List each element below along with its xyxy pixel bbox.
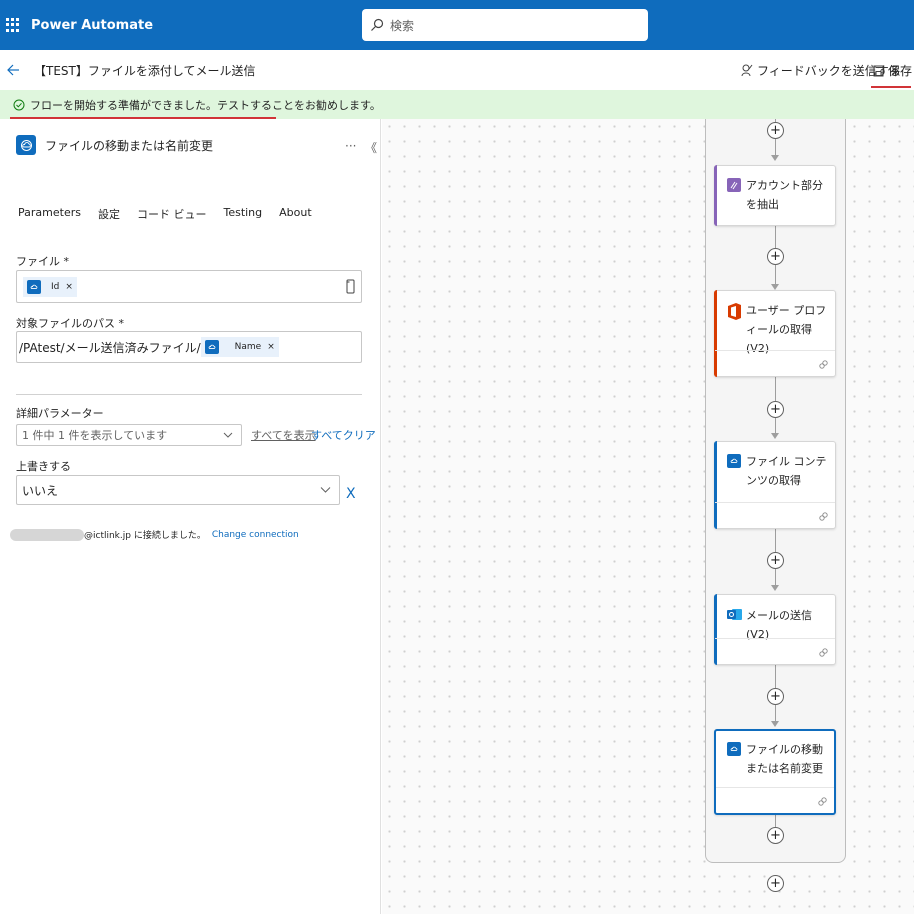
save-icon [873, 65, 884, 76]
back-arrow-icon[interactable] [6, 63, 20, 77]
save-label: 保存 [888, 64, 913, 78]
tab-code-view[interactable]: コード ビュー [137, 206, 207, 222]
change-connection-link[interactable]: Change connection [212, 530, 299, 540]
card-title: アカウント部分を抽出 [746, 179, 823, 211]
compose-icon [727, 178, 741, 192]
onedrive-icon [727, 454, 741, 468]
advanced-params-value: 1 件中 1 件を表示しています [22, 429, 168, 442]
card-accent [714, 165, 717, 226]
file-field[interactable]: Id × [16, 270, 362, 303]
add-step-button[interactable]: + [767, 875, 784, 892]
flow-step-card[interactable]: アカウント部分を抽出 [714, 165, 836, 226]
add-step-button[interactable]: + [767, 401, 784, 418]
card-footer [715, 638, 835, 664]
flow-step-card-selected[interactable]: ファイルの移動または名前変更 [714, 729, 836, 815]
add-step-button[interactable]: + [767, 688, 784, 705]
connector-line [775, 815, 776, 827]
tab-testing[interactable]: Testing [223, 206, 262, 222]
office-icon [728, 303, 741, 320]
onedrive-icon [204, 340, 219, 354]
remove-token-icon[interactable]: × [267, 342, 275, 352]
app-name[interactable]: Power Automate [31, 18, 153, 33]
id-token[interactable]: Id × [23, 276, 77, 297]
section-divider [16, 394, 362, 395]
card-title: ファイル コンテンツの取得 [746, 455, 827, 487]
tab-settings[interactable]: 設定 [98, 206, 120, 222]
card-footer [715, 502, 835, 528]
flow-header: 【TEST】ファイルを添付してメール送信 フィードバックを送信する 保存 [0, 50, 914, 90]
add-step-button[interactable]: + [767, 552, 784, 569]
top-bar: Power Automate 検索 [0, 0, 914, 50]
advanced-params-select[interactable]: 1 件中 1 件を表示しています [16, 424, 242, 446]
connection-info: @ictlink.jp に接続しました。 Change connection [10, 528, 299, 541]
overwrite-label: 上書きする [16, 460, 71, 473]
file-picker-icon[interactable] [346, 279, 355, 294]
action-details-panel: ファイルの移動または名前変更 ··· 《 Parameters 設定 コード ビ… [0, 119, 381, 914]
dest-path-field[interactable]: /PAtest/メール送信済みファイル/ Name × [16, 331, 362, 363]
app-launcher-icon[interactable] [6, 18, 20, 32]
connector-arrow [771, 155, 779, 161]
connection-text: @ictlink.jp に接続しました。 [84, 531, 206, 541]
name-token[interactable]: Name × [200, 337, 279, 357]
onedrive-icon [16, 135, 36, 155]
link-icon [819, 360, 828, 369]
clear-all-link[interactable]: すべてクリア [311, 427, 376, 443]
save-highlight-underline [871, 86, 911, 88]
more-options-icon[interactable]: ··· [345, 139, 356, 153]
search-box[interactable]: 検索 [362, 9, 648, 41]
flow-step-card[interactable]: ユーザー プロフィールの取得 (V2) [714, 290, 836, 377]
onedrive-icon [727, 742, 741, 756]
advanced-params-label: 詳細パラメーター [16, 407, 104, 420]
panel-title: ファイルの移動または名前変更 [45, 138, 214, 153]
outlook-icon [727, 609, 742, 620]
collapse-panel-icon[interactable]: 《 [365, 139, 377, 156]
notice-text: フローを開始する準備ができました。テストすることをお勧めします。 [30, 98, 381, 112]
check-circle-icon [13, 99, 25, 110]
search-icon [371, 18, 384, 31]
tab-parameters[interactable]: Parameters [18, 206, 81, 222]
dest-path-prefix: /PAtest/メール送信済みファイル/ [19, 340, 201, 355]
link-icon [819, 648, 828, 657]
card-footer [715, 350, 835, 376]
name-token-label: Name [234, 342, 262, 352]
connector-arrow [771, 433, 779, 439]
panel-header: ファイルの移動または名前変更 [16, 135, 213, 155]
panel-tabs: Parameters 設定 コード ビュー Testing About [18, 206, 329, 222]
flow-step-card[interactable]: ファイル コンテンツの取得 [714, 441, 836, 529]
chevron-down-icon [320, 487, 331, 493]
save-button[interactable]: 保存 [873, 62, 912, 79]
feedback-icon [741, 64, 753, 77]
card-footer [716, 787, 834, 813]
redacted-account [10, 528, 84, 541]
tab-about[interactable]: About [279, 206, 312, 222]
search-input[interactable]: 検索 [390, 17, 414, 34]
clear-overwrite-icon[interactable]: X [346, 486, 356, 502]
remove-token-icon[interactable]: × [65, 282, 73, 292]
card-title: ファイルの移動または名前変更 [746, 743, 823, 775]
overwrite-select[interactable]: いいえ [16, 475, 340, 505]
add-step-button[interactable]: + [767, 248, 784, 265]
add-step-button[interactable]: + [767, 122, 784, 139]
connector-arrow [771, 721, 779, 727]
overwrite-value: いいえ [22, 483, 59, 498]
flow-title: 【TEST】ファイルを添付してメール送信 [34, 63, 256, 78]
flow-step-card[interactable]: メールの送信 (V2) [714, 594, 836, 665]
id-token-label: Id [51, 281, 60, 292]
link-icon [819, 512, 828, 521]
link-icon [818, 797, 827, 806]
file-field-label: ファイル * [16, 255, 69, 268]
ready-notice: フローを開始する準備ができました。テストすることをお勧めします。 [0, 90, 914, 119]
dest-path-label: 対象ファイルのパス * [16, 317, 124, 330]
flow-canvas[interactable]: + + + + + + + アカウント部分を抽出 ユーザー プロフィールの取得 … [382, 119, 914, 914]
onedrive-icon [27, 279, 41, 294]
chevron-down-icon [223, 432, 233, 438]
show-all-link[interactable]: すべてを表示 [251, 427, 316, 443]
connector-arrow [771, 585, 779, 591]
add-step-button[interactable]: + [767, 827, 784, 844]
